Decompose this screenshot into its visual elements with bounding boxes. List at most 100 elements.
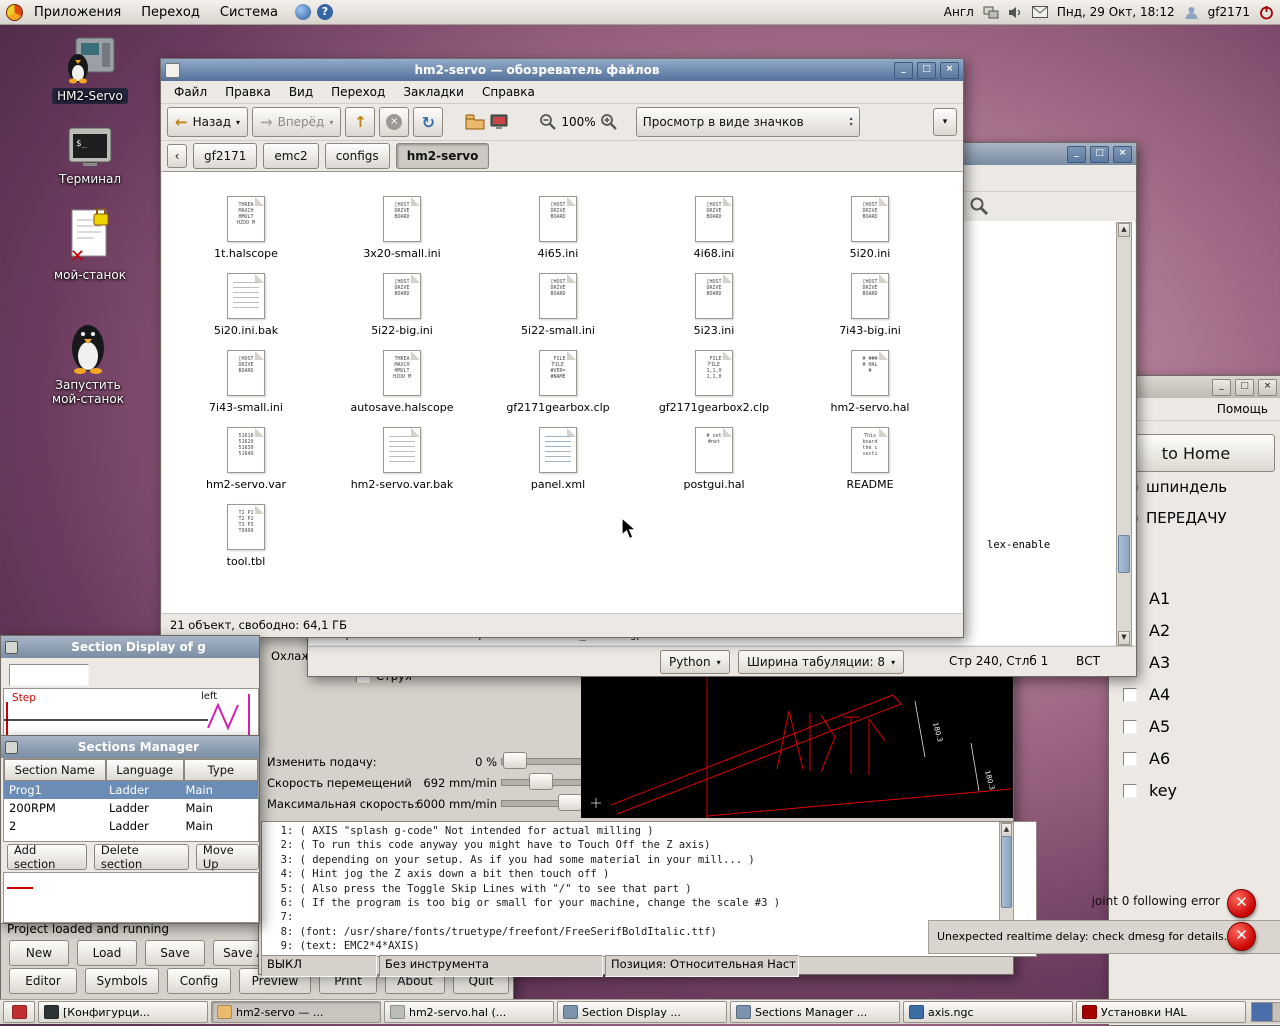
check-row-a5[interactable]: A5	[1123, 717, 1170, 736]
breadcrumb-gf2171[interactable]: gf2171	[193, 143, 258, 169]
reload-button[interactable]: ↻	[413, 107, 444, 137]
file-item[interactable]: 51610 51620 51630 51640 hm2-servo.var	[168, 427, 324, 504]
delete-section-button[interactable]: Delete section	[93, 843, 189, 871]
slider-handle[interactable]	[529, 773, 553, 790]
menu-view[interactable]: Вид	[280, 82, 322, 102]
breadcrumb-left-button[interactable]: ‹	[167, 144, 187, 168]
section-display-titlebar[interactable]: Section Display of g	[1, 636, 259, 658]
back-button[interactable]: ← Назад ▾	[167, 107, 249, 137]
file-browser-titlebar[interactable]: hm2-servo — обозреватель файлов _ □ ×	[161, 59, 963, 81]
file-item[interactable]: T1 P1 T2 P2 T3 P3 T9999 tool.tbl	[168, 504, 324, 581]
check-row-a4[interactable]: A4	[1123, 685, 1170, 704]
desktop-icon-run-moy-stanok[interactable]: Запустить мой-станок	[40, 318, 136, 406]
taskbar-item-file-browser[interactable]: hm2-servo — ...	[211, 1001, 381, 1023]
config-button[interactable]: Config	[167, 968, 231, 994]
minimize-button[interactable]: _	[1067, 145, 1086, 163]
file-item[interactable]: [HOST DRIVE BOARD 7i43-small.ini	[168, 350, 324, 427]
file-item[interactable]: [HOST DRIVE BOARD 5i22-small.ini	[480, 273, 636, 350]
workspace-2[interactable]	[1272, 1003, 1280, 1021]
file-item[interactable]: THREA MAXCH HMULT HZOO Mautosave.halscop…	[324, 350, 480, 427]
up-button[interactable]: ↑	[345, 107, 376, 137]
close-button[interactable]: ×	[940, 61, 959, 79]
desktop-icon-moy-stanok[interactable]: ✕ мой-станок	[42, 208, 138, 282]
scroll-up-arrow[interactable]: ▲	[1001, 823, 1012, 837]
home-folder-icon[interactable]	[465, 114, 485, 130]
gear-radio-row[interactable]: ПЕРЕДАЧУ	[1125, 509, 1227, 527]
window-menu-icon[interactable]	[5, 740, 18, 754]
dismiss-error-button[interactable]: ✕	[1227, 889, 1256, 918]
gcode-listing[interactable]: 1: ( AXIS "splash g-code" Not intended f…	[261, 821, 1037, 957]
file-item[interactable]: [HOST DRIVE BOARD 4i68.ini	[636, 196, 792, 273]
search-replace-icon[interactable]	[968, 195, 990, 217]
taskbar-item-sections-manager[interactable]: Sections Manager ...	[730, 1001, 900, 1023]
menu-bookmarks[interactable]: Закладки	[394, 82, 473, 102]
menu-go[interactable]: Переход	[322, 82, 394, 102]
breadcrumb-configs[interactable]: configs	[324, 143, 390, 169]
computer-icon[interactable]	[489, 114, 509, 130]
table-row[interactable]: 200RPM Ladder Main	[4, 799, 258, 817]
scroll-up-arrow[interactable]: ▲	[1118, 223, 1130, 237]
taskbar-item-editor[interactable]: hm2-servo.hal (...	[384, 1001, 554, 1023]
checkbox-icon[interactable]	[1123, 783, 1137, 798]
check-row-a6[interactable]: A6	[1123, 749, 1170, 768]
maximize-button[interactable]: □	[1235, 378, 1254, 396]
taskbar-item-section-display[interactable]: Section Display ...	[557, 1001, 727, 1023]
file-item[interactable]: [HOST DRIVE BOARD 4i65.ini	[480, 196, 636, 273]
taskbar-item-axis[interactable]: axis.ngc	[903, 1001, 1073, 1023]
slider-handle[interactable]	[558, 794, 582, 811]
file-item[interactable]: [HOST DRIVE BOARD 7i43-big.ini	[792, 273, 948, 350]
file-item[interactable]: _FILE FILE #VER= #NAME gf2171gearbox.clp	[480, 350, 636, 427]
checkbox-icon[interactable]	[1123, 751, 1137, 766]
file-item[interactable]: hm2-servo.var.bak	[324, 427, 480, 504]
volume-icon[interactable]	[1008, 6, 1023, 19]
file-item[interactable]: # ### # HAL # hm2-servo.hal	[792, 350, 948, 427]
file-icon-view[interactable]: THREA MAXCH HMULT HZOO M 1t.halscope [HOS…	[162, 171, 962, 614]
menu-help[interactable]: Помощь	[1208, 399, 1277, 419]
distro-logo-icon[interactable]	[6, 3, 23, 21]
editor-scrollbar[interactable]: ▲ ▼	[1116, 222, 1132, 646]
spindle-radio-row[interactable]: шпиндель	[1125, 478, 1227, 496]
column-header-language[interactable]: Language	[105, 759, 184, 781]
new-button[interactable]: New	[9, 940, 69, 966]
move-up-button[interactable]: Move Up	[195, 843, 259, 871]
table-row[interactable]: Prog1 Ladder Main	[4, 781, 258, 799]
column-header-section-name[interactable]: Section Name	[4, 759, 106, 781]
zoom-out-icon[interactable]	[539, 113, 557, 131]
scrollbar-thumb[interactable]	[1118, 535, 1130, 573]
window-menu-icon[interactable]	[5, 640, 18, 654]
file-item[interactable]: panel.xml	[480, 427, 636, 504]
table-row[interactable]: 2 Ladder Main	[4, 817, 258, 835]
file-item[interactable]: 5i20.ini.bak	[168, 273, 324, 350]
workspace-switcher[interactable]	[1251, 1002, 1280, 1022]
close-button[interactable]: ×	[1113, 145, 1132, 163]
menu-places[interactable]: Переход	[132, 3, 209, 22]
slider-handle[interactable]	[503, 752, 527, 769]
load-button[interactable]: Load	[77, 940, 137, 966]
symbols-button[interactable]: Symbols	[85, 968, 159, 994]
sections-manager-titlebar[interactable]: Sections Manager	[1, 736, 259, 758]
file-item[interactable]: [HOST DRIVE BOARD 5i20.ini	[792, 196, 948, 273]
view-mode-selector[interactable]: Просмотр в виде значков ▴ ▾	[635, 107, 860, 137]
power-icon[interactable]	[1259, 5, 1274, 20]
scrollbar-thumb[interactable]	[1001, 836, 1012, 908]
max-velocity-slider[interactable]	[501, 794, 583, 811]
ladder-canvas[interactable]: Step left	[3, 688, 259, 738]
editor-button[interactable]: Editor	[9, 968, 77, 994]
go-home-button[interactable]: to Home	[1117, 434, 1275, 472]
taskbar-item-icon-only[interactable]	[3, 1001, 35, 1023]
file-item[interactable]: This board the c secti README	[792, 427, 948, 504]
user-avatar[interactable]	[1184, 5, 1199, 20]
keyboard-layout-indicator[interactable]: Англ	[944, 5, 974, 19]
feed-override-slider[interactable]	[501, 752, 583, 769]
forward-button[interactable]: → Вперёд ▾	[252, 107, 342, 137]
column-header-type[interactable]: Type	[183, 759, 258, 781]
mail-icon[interactable]	[1031, 6, 1048, 18]
clock[interactable]: Пнд, 29 Окт, 18:12	[1057, 5, 1175, 19]
file-item[interactable]: # set #net postgui.hal	[636, 427, 792, 504]
checkbox-icon[interactable]	[1123, 687, 1137, 702]
jog-speed-slider[interactable]	[501, 773, 583, 790]
workspace-1[interactable]	[1252, 1003, 1272, 1021]
network-icon[interactable]	[983, 6, 999, 19]
desktop-icon-terminal[interactable]: $_ Терминал	[42, 126, 138, 186]
add-section-button[interactable]: Add section	[7, 843, 87, 871]
